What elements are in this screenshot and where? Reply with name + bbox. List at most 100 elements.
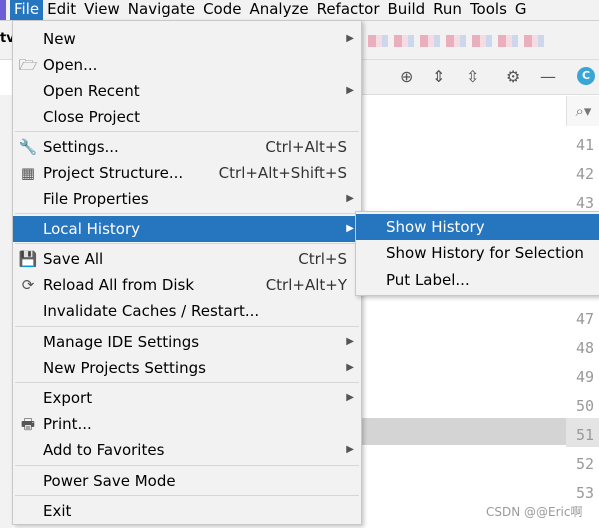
save-icon: 💾 bbox=[18, 250, 38, 268]
print-icon: 🖶 bbox=[20, 415, 36, 433]
menu-analyze[interactable]: Analyze bbox=[245, 0, 312, 20]
submenu-arrow-icon: ▶ bbox=[346, 33, 354, 44]
menu-item-label: Put Label... bbox=[386, 271, 470, 289]
menu-navigate[interactable]: Navigate bbox=[124, 0, 199, 20]
c-badge-icon[interactable]: C bbox=[577, 67, 595, 85]
submenu-arrow-icon: ▶ bbox=[346, 193, 354, 204]
menu-build[interactable]: Build bbox=[384, 0, 430, 20]
folder-icon: 🗁 bbox=[18, 56, 38, 74]
crosshair-icon[interactable]: ⊕ bbox=[400, 67, 413, 86]
menu-item-label: Show History bbox=[386, 218, 485, 236]
menu-item-label: Manage IDE Settings bbox=[43, 333, 200, 351]
menu-item-open[interactable]: 🗁 Open... bbox=[13, 52, 361, 78]
menu-item-label: Open Recent bbox=[43, 82, 140, 100]
line-number: 53 bbox=[575, 484, 594, 502]
menu-item-label: Show History for Selection bbox=[386, 244, 584, 262]
menu-code[interactable]: Code bbox=[199, 0, 245, 20]
line-number-gutter: 41 42 43 47 48 49 50 51 52 53 bbox=[566, 128, 599, 505]
local-history-submenu: Show History Show History for Selection Pu… bbox=[355, 211, 599, 296]
wrench-icon: 🔧 bbox=[18, 138, 38, 156]
submenu-arrow-icon: ▶ bbox=[346, 223, 354, 234]
menu-item-add-to-favorites[interactable]: Add to Favorites ▶ bbox=[13, 437, 361, 463]
submenu-arrow-icon: ▶ bbox=[346, 85, 354, 96]
menu-item-settings[interactable]: 🔧 Settings... Ctrl+Alt+S bbox=[13, 134, 361, 160]
menu-item-label: New bbox=[43, 30, 76, 48]
menu-item-new[interactable]: New ▶ bbox=[13, 26, 361, 52]
menu-item-label: Save All bbox=[43, 250, 104, 268]
watermark: CSDN @@Eric啊 bbox=[486, 505, 583, 519]
menu-item-local-history[interactable]: Local History ▶ bbox=[13, 216, 361, 242]
submenu-arrow-icon: ▶ bbox=[346, 444, 354, 455]
menu-item-label: Export bbox=[43, 389, 93, 407]
menu-item-label: Invalidate Caches / Restart... bbox=[43, 302, 260, 320]
shortcut-label: Ctrl+S bbox=[298, 250, 347, 268]
line-number: 42 bbox=[575, 165, 594, 183]
menu-item-label: File Properties bbox=[43, 190, 149, 208]
search-icon[interactable]: ⌕▾ bbox=[566, 96, 599, 126]
project-structure-icon: ▦ bbox=[20, 164, 36, 182]
minimize-icon[interactable]: — bbox=[540, 67, 556, 86]
menu-edit[interactable]: Edit bbox=[43, 0, 80, 20]
menu-item-label: Close Project bbox=[43, 108, 140, 126]
submenu-item-show-history[interactable]: Show History bbox=[356, 214, 599, 240]
menu-separator bbox=[15, 131, 359, 132]
menu-separator bbox=[15, 326, 359, 327]
menu-item-file-properties[interactable]: File Properties ▶ bbox=[13, 186, 361, 212]
menu-run[interactable]: Run bbox=[429, 0, 466, 20]
main-menu-bar: File Edit View Navigate Code Analyze Refactor B… bbox=[0, 0, 599, 21]
menu-separator bbox=[15, 465, 359, 466]
menu-item-open-recent[interactable]: Open Recent ▶ bbox=[13, 78, 361, 104]
app-logo-icon bbox=[0, 0, 6, 20]
submenu-arrow-icon: ▶ bbox=[346, 336, 354, 347]
line-number: 52 bbox=[575, 455, 594, 473]
menu-item-reload-all-from-disk[interactable]: ⟳ Reload All from Disk Ctrl+Alt+Y bbox=[13, 272, 361, 298]
shortcut-label: Ctrl+Alt+S bbox=[265, 138, 347, 156]
menu-item-export[interactable]: Export ▶ bbox=[13, 385, 361, 411]
menu-item-label: Reload All from Disk bbox=[43, 276, 195, 294]
menu-item-exit[interactable]: Exit bbox=[13, 498, 361, 524]
menu-item-label: Settings... bbox=[43, 138, 119, 156]
tool-window-toolbar: ⊕ ⇕ ⇳ ⚙ — C bbox=[360, 60, 599, 95]
menu-item-power-save-mode[interactable]: Power Save Mode bbox=[13, 468, 361, 494]
line-number: 51 bbox=[566, 418, 599, 447]
menu-separator bbox=[15, 243, 359, 244]
shortcut-label: Ctrl+Alt+Shift+S bbox=[218, 164, 347, 182]
shortcut-label: Ctrl+Alt+Y bbox=[265, 276, 347, 294]
highlighted-tree-row bbox=[360, 418, 566, 445]
menu-file[interactable]: File bbox=[10, 0, 44, 20]
menu-item-label: Exit bbox=[43, 502, 72, 520]
line-number: 49 bbox=[575, 368, 594, 386]
menu-item-label: Add to Favorites bbox=[43, 441, 165, 459]
line-number: 47 bbox=[575, 310, 594, 328]
submenu-item-put-label[interactable]: Put Label... bbox=[356, 267, 599, 293]
line-number: 48 bbox=[575, 339, 594, 357]
menu-g[interactable]: G bbox=[511, 0, 531, 20]
menu-item-label: New Projects Settings bbox=[43, 359, 206, 377]
submenu-arrow-icon: ▶ bbox=[346, 362, 354, 373]
submenu-item-show-history-for-selection[interactable]: Show History for Selection bbox=[356, 240, 599, 266]
menu-item-invalidate-caches-restart[interactable]: Invalidate Caches / Restart... bbox=[13, 298, 361, 324]
expand-all-icon[interactable]: ⇕ bbox=[432, 67, 445, 86]
menu-separator bbox=[15, 382, 359, 383]
menu-item-new-projects-settings[interactable]: New Projects Settings ▶ bbox=[13, 355, 361, 381]
menu-item-manage-ide-settings[interactable]: Manage IDE Settings ▶ bbox=[13, 329, 361, 355]
menu-item-save-all[interactable]: 💾 Save All Ctrl+S bbox=[13, 246, 361, 272]
menu-item-print[interactable]: 🖶 Print... bbox=[13, 411, 361, 437]
menu-refactor[interactable]: Refactor bbox=[313, 0, 384, 20]
file-menu: New ▶ 🗁 Open... Open Recent ▶ Close Project 🔧 Se… bbox=[12, 20, 362, 525]
line-number: 50 bbox=[575, 397, 594, 415]
menu-item-project-structure[interactable]: ▦ Project Structure... Ctrl+Alt+Shift+S bbox=[13, 160, 361, 186]
gear-icon[interactable]: ⚙ bbox=[506, 67, 520, 86]
menu-separator bbox=[15, 213, 359, 214]
reload-icon: ⟳ bbox=[21, 276, 35, 294]
menu-view[interactable]: View bbox=[80, 0, 124, 20]
collapse-all-icon[interactable]: ⇳ bbox=[466, 67, 479, 86]
line-number: 41 bbox=[575, 136, 594, 154]
submenu-arrow-icon: ▶ bbox=[346, 392, 354, 403]
menu-item-label: Print... bbox=[43, 415, 92, 433]
menu-item-label: Local History bbox=[43, 220, 141, 238]
menu-item-close-project[interactable]: Close Project bbox=[13, 104, 361, 130]
menu-separator bbox=[15, 495, 359, 496]
menu-tools[interactable]: Tools bbox=[466, 0, 511, 20]
left-tool-strip bbox=[0, 95, 12, 528]
